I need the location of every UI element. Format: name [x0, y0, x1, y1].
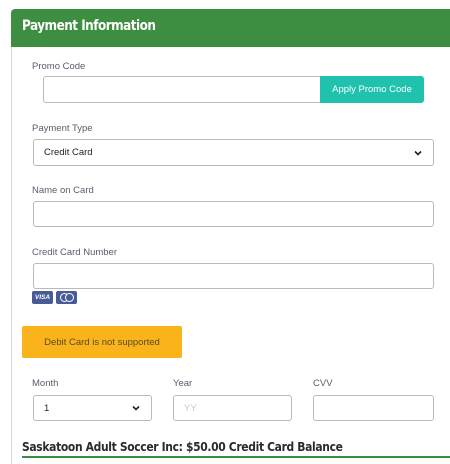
name-on-card-input[interactable]: [33, 201, 434, 227]
debit-card-warning: Debit Card is not supported: [22, 326, 182, 358]
apply-promo-code-button[interactable]: Apply Promo Code: [320, 76, 424, 103]
payment-type-value: Credit Card: [44, 147, 93, 158]
card-number-input[interactable]: [33, 263, 434, 289]
payment-type-label: Payment Type: [32, 123, 93, 134]
year-label: Year: [173, 378, 193, 389]
month-select[interactable]: 1: [33, 395, 152, 421]
chevron-down-icon: [132, 405, 140, 411]
chevron-down-icon: [414, 150, 422, 156]
visa-icon: VISA: [32, 291, 53, 304]
payment-type-select[interactable]: Credit Card: [33, 139, 434, 166]
divider: [22, 456, 450, 458]
promo-code-input[interactable]: [43, 76, 321, 103]
accepted-cards: VISA: [32, 291, 77, 304]
month-label: Month: [32, 378, 59, 389]
promo-code-label: Promo Code: [32, 61, 86, 72]
payment-title: Payment Information: [22, 18, 156, 34]
cvv-label: CVV: [313, 378, 333, 389]
month-value: 1: [44, 402, 50, 414]
credit-card-balance-title: Saskatoon Adult Soccer Inc: $50.00 Credi…: [22, 439, 343, 454]
name-on-card-label: Name on Card: [32, 185, 94, 196]
year-input[interactable]: [173, 395, 292, 421]
mastercard-icon: [56, 291, 77, 304]
cvv-input[interactable]: [313, 395, 434, 421]
payment-header: Payment Information: [11, 9, 450, 47]
card-number-label: Credit Card Number: [32, 247, 117, 258]
